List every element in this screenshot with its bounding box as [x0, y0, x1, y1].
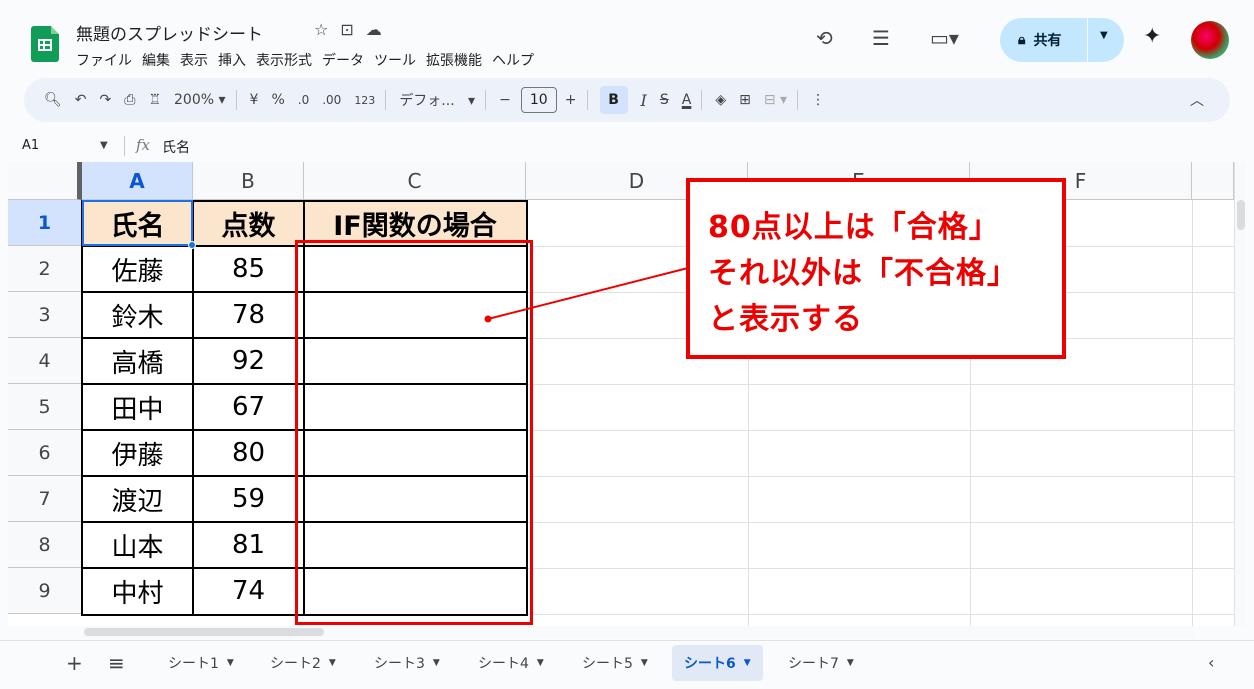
strikethrough-icon[interactable]: S: [660, 92, 669, 108]
more-options-icon[interactable]: ⋮: [811, 92, 825, 108]
tab-sheet-2[interactable]: シート2 ▼: [258, 645, 348, 681]
menu-data[interactable]: データ: [322, 50, 364, 70]
title-icons: ☆ ⊡ ☁: [314, 20, 382, 39]
chevron-left-icon[interactable]: ‹: [1208, 653, 1214, 672]
increase-font-size-icon[interactable]: +: [565, 92, 577, 108]
cloud-status-icon[interactable]: ☁: [366, 20, 382, 39]
meet-video-icon[interactable]: ▭▾: [930, 26, 959, 50]
menu-insert[interactable]: 挿入: [218, 50, 246, 70]
scrollbar-thumb[interactable]: [84, 628, 324, 636]
callout-box: 80点以上は「合格」 それ以外は「不合格」 と表示する: [686, 178, 1066, 359]
lock-icon: 🔒︎: [1018, 32, 1026, 48]
callout-line-1: 80点以上は「合格」: [708, 210, 1000, 245]
tab-sheet-5[interactable]: シート5 ▼: [570, 645, 660, 681]
increase-decimal-button[interactable]: .00: [322, 93, 341, 107]
menu-help[interactable]: ヘルプ: [492, 50, 534, 70]
bold-button[interactable]: B: [599, 86, 628, 114]
chevron-down-icon[interactable]: ▼: [1100, 30, 1108, 41]
horizontal-scrollbar[interactable]: [84, 626, 1194, 638]
document-title[interactable]: 無題のスプレッドシート: [76, 20, 263, 45]
font-size-input[interactable]: 10: [520, 87, 557, 113]
menu-bar: ファイル 編集 表示 挿入 表示形式 データ ツール 拡張機能 ヘルプ: [76, 50, 544, 70]
share-label: 共有: [1033, 33, 1062, 49]
sheets-logo-icon[interactable]: [31, 26, 59, 62]
chevron-down-icon[interactable]: ▼: [100, 140, 108, 151]
sheet-tab-bar: + ≡ シート1 ▼ シート2 ▼ シート3 ▼ シート4 ▼ シート5 ▼ シート6 ▼ …: [0, 640, 1254, 689]
add-sheet-icon[interactable]: +: [66, 651, 83, 675]
fx-icon: fx: [136, 136, 151, 154]
more-formats-button[interactable]: 123: [354, 94, 375, 107]
toolbar-divider: [385, 90, 387, 110]
share-divider: [1087, 18, 1088, 62]
version-history-icon[interactable]: ⟲: [816, 26, 833, 50]
formula-divider: [124, 136, 125, 156]
paint-format-icon[interactable]: ♖: [148, 92, 161, 108]
menu-tools[interactable]: ツール: [374, 50, 416, 70]
spreadsheet-app: 無題のスプレッドシート ☆ ⊡ ☁ ファイル 編集 表示 挿入 表示形式 データ…: [0, 0, 1254, 689]
italic-button[interactable]: I: [641, 91, 647, 110]
merge-cells-icon[interactable]: ⊟ ▾: [764, 92, 787, 108]
tab-sheet-6[interactable]: シート6 ▼: [672, 645, 763, 681]
redo-icon[interactable]: ↷: [100, 92, 112, 108]
menu-file[interactable]: ファイル: [76, 50, 132, 70]
comments-icon[interactable]: ☰: [872, 26, 890, 50]
tab-sheet-7[interactable]: シート7 ▼: [776, 645, 866, 681]
fill-color-icon[interactable]: ◈: [715, 92, 726, 108]
toolbar-divider: [701, 90, 703, 110]
vertical-scrollbar[interactable]: [1234, 162, 1246, 626]
tab-sheet-1[interactable]: シート1 ▼: [156, 645, 246, 681]
font-family-select[interactable]: デフォ... ▾: [399, 90, 475, 110]
avatar[interactable]: [1191, 21, 1229, 59]
formula-input[interactable]: 氏名: [162, 137, 190, 157]
scrollbar-thumb[interactable]: [1237, 200, 1245, 230]
name-box[interactable]: A1: [22, 138, 39, 153]
toolbar-divider: [485, 90, 487, 110]
decrease-decimal-button[interactable]: .0: [298, 93, 309, 107]
toolbar: 🔍︎ ↶ ↷ ⎙ ♖ 200% ▾ ¥ % .0 .00 123 デフォ... …: [24, 78, 1230, 122]
toolbar-divider: [235, 90, 237, 110]
menu-format[interactable]: 表示形式: [256, 50, 312, 70]
text-color-button[interactable]: A: [682, 92, 692, 108]
callout-line-3: と表示する: [708, 302, 863, 337]
menu-edit[interactable]: 編集: [142, 50, 170, 70]
tab-sheet-3[interactable]: シート3 ▼: [362, 645, 452, 681]
sheet-grid[interactable]: A B C D E F 1 2 3 4 5 6 7 8 9 氏名 点数 IF関数…: [8, 162, 1234, 626]
undo-icon[interactable]: ↶: [75, 92, 87, 108]
tab-sheet-4[interactable]: シート4 ▼: [466, 645, 556, 681]
search-menus-icon[interactable]: 🔍︎: [44, 92, 62, 108]
star-icon[interactable]: ☆: [314, 20, 328, 39]
share-button[interactable]: 🔒︎ 共有 ▼: [1000, 18, 1124, 62]
move-to-folder-icon[interactable]: ⊡: [340, 20, 353, 39]
menu-extensions[interactable]: 拡張機能: [426, 50, 482, 70]
percent-format-button[interactable]: %: [271, 92, 284, 108]
borders-icon[interactable]: ⊞: [739, 92, 751, 108]
decrease-font-size-icon[interactable]: −: [499, 92, 511, 108]
callout-line-2: それ以外は「不合格」: [708, 256, 1018, 291]
currency-format-button[interactable]: ¥: [250, 92, 259, 108]
menu-view[interactable]: 表示: [180, 50, 208, 70]
gemini-sparkle-icon[interactable]: ✦: [1143, 24, 1161, 49]
toolbar-divider: [586, 90, 588, 110]
print-icon[interactable]: ⎙: [124, 92, 135, 108]
toolbar-divider: [797, 90, 799, 110]
collapse-toolbar-icon[interactable]: ︿: [1190, 90, 1204, 110]
zoom-select[interactable]: 200% ▾: [174, 92, 226, 108]
all-sheets-icon[interactable]: ≡: [108, 651, 125, 675]
